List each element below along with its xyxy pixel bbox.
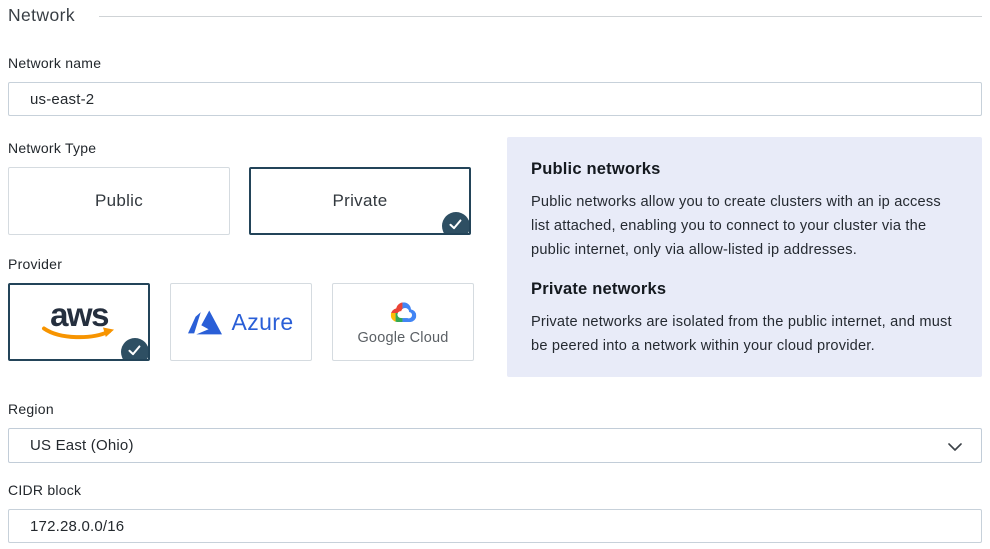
network-name-field: Network name (8, 55, 982, 116)
network-type-option-private[interactable]: Private (249, 167, 471, 235)
network-type-label: Network Type (8, 140, 479, 156)
cidr-field: CIDR block (8, 482, 982, 543)
azure-logo: Azure (188, 309, 293, 336)
region-select[interactable]: US East (Ohio) (8, 428, 982, 463)
network-type-options: Public Private (8, 167, 479, 235)
selected-badge (121, 338, 149, 361)
page-title: Network (8, 5, 75, 26)
region-value: US East (Ohio) (30, 437, 134, 454)
google-cloud-logo: Google Cloud (357, 299, 448, 346)
cidr-label: CIDR block (8, 482, 982, 498)
google-cloud-icon (386, 299, 420, 327)
network-name-label: Network name (8, 55, 982, 71)
provider-option-aws[interactable]: aws (8, 283, 150, 361)
aws-smile-icon (40, 326, 118, 341)
provider-field: Provider aws (8, 256, 479, 361)
private-networks-heading: Private networks (531, 277, 958, 301)
selected-badge (442, 212, 470, 235)
region-label: Region (8, 401, 982, 417)
azure-icon (188, 310, 222, 335)
network-type-public-text: Public (95, 191, 143, 211)
provider-option-azure[interactable]: Azure (170, 283, 312, 361)
azure-logo-text: Azure (231, 309, 293, 336)
aws-logo: aws (40, 300, 118, 341)
info-panel: Public networks Public networks allow yo… (507, 137, 982, 377)
google-cloud-logo-text: Google Cloud (357, 330, 448, 346)
network-type-option-public[interactable]: Public (8, 167, 230, 235)
network-name-input[interactable] (8, 82, 982, 116)
check-icon (128, 345, 141, 356)
network-type-private-text: Private (332, 191, 387, 211)
provider-option-google-cloud[interactable]: Google Cloud (332, 283, 474, 361)
provider-options: aws (8, 283, 479, 361)
section-divider (99, 16, 982, 17)
cidr-input[interactable] (8, 509, 982, 543)
public-networks-description: Public networks allow you to create clus… (531, 190, 958, 262)
provider-label: Provider (8, 256, 479, 272)
network-form: Network Network name Network Type Public… (0, 0, 990, 543)
section-header: Network (8, 0, 982, 24)
type-provider-row: Network Type Public Private (8, 140, 982, 377)
network-type-field: Network Type Public Private (8, 140, 479, 235)
private-networks-description: Private networks are isolated from the p… (531, 310, 958, 358)
chevron-down-icon (948, 443, 962, 451)
check-icon (449, 219, 462, 230)
left-column: Network Type Public Private (8, 140, 479, 377)
region-field: Region US East (Ohio) (8, 401, 982, 463)
public-networks-heading: Public networks (531, 157, 958, 181)
